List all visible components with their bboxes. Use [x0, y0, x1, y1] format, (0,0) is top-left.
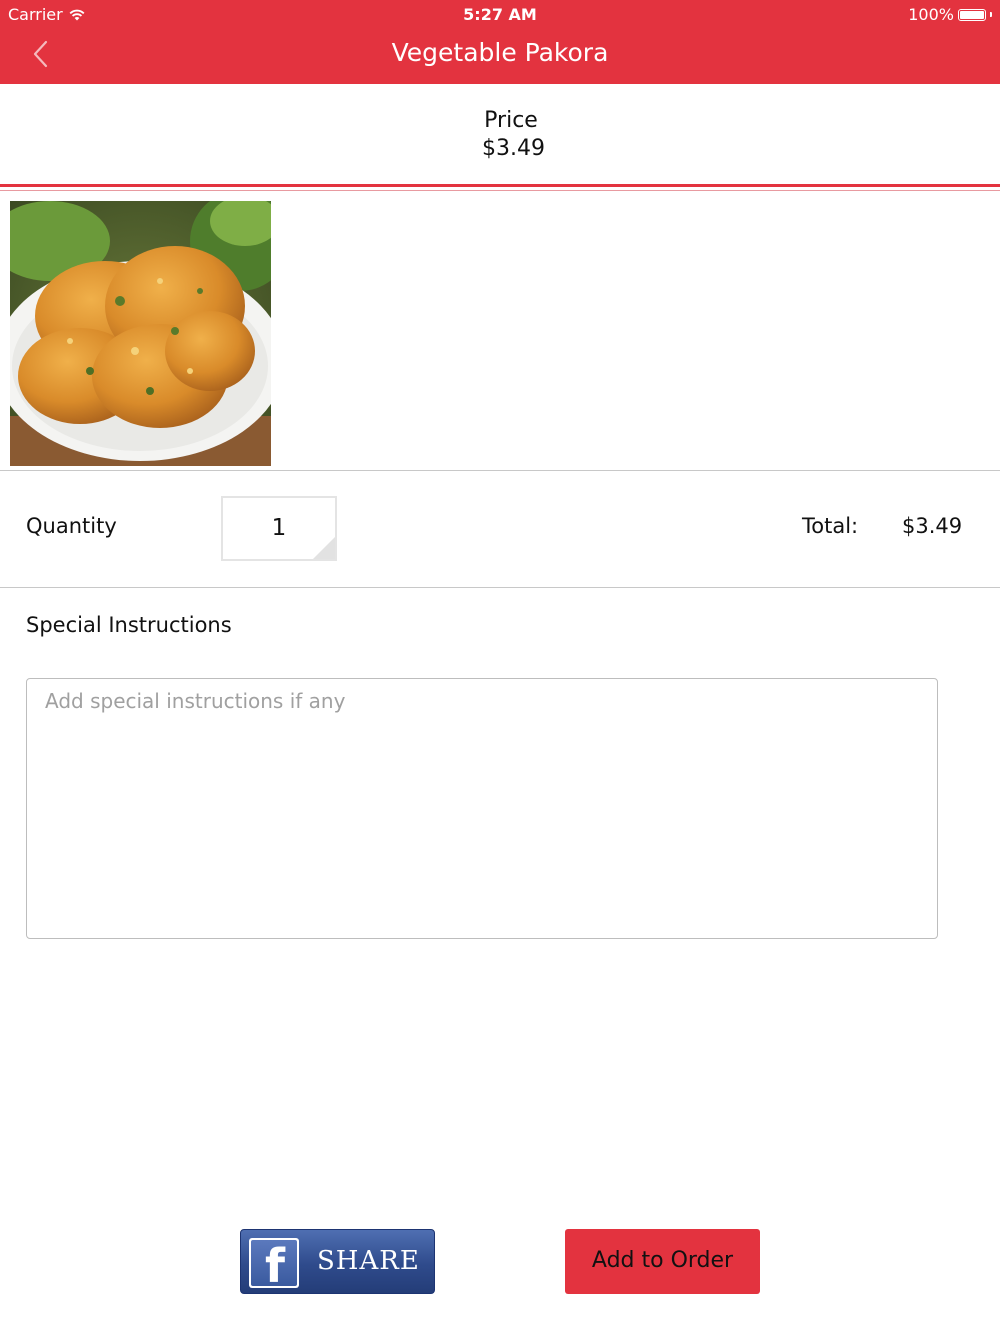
- share-label: SHARE: [317, 1246, 420, 1276]
- resize-corner-icon: [313, 537, 335, 559]
- quantity-input[interactable]: 1: [221, 496, 337, 561]
- facebook-icon: f: [249, 1238, 299, 1288]
- battery-icon: [958, 8, 986, 21]
- pakora-illustration: [10, 201, 271, 466]
- item-detail-page: Carrier 5:27 AM 100% Vegetable Pakora Pr…: [0, 0, 1000, 1334]
- special-instructions-label: Special Instructions: [26, 613, 232, 637]
- price-divider: [0, 184, 1000, 187]
- total-label: Total:: [802, 514, 859, 538]
- price-value: $3.49: [482, 136, 545, 161]
- total-value: $3.49: [902, 514, 963, 538]
- battery-percent: 100%: [908, 5, 954, 24]
- price-label: Price: [484, 108, 538, 133]
- image-divider: [0, 470, 1000, 471]
- quantity-divider: [0, 587, 1000, 588]
- quantity-value: 1: [271, 515, 287, 541]
- food-image: [10, 201, 271, 466]
- status-time: 5:27 AM: [463, 5, 537, 24]
- special-instructions-input[interactable]: [26, 678, 938, 939]
- price-divider-thin: [0, 190, 1000, 191]
- facebook-share-button[interactable]: f SHARE: [240, 1229, 435, 1294]
- price-section: Price $3.49: [0, 84, 1000, 184]
- status-battery: 100%: [908, 5, 992, 24]
- quantity-label: Quantity: [26, 514, 117, 538]
- nav-header: Carrier 5:27 AM 100% Vegetable Pakora: [0, 0, 1000, 84]
- add-to-order-button[interactable]: Add to Order: [565, 1229, 760, 1294]
- page-title: Vegetable Pakora: [391, 38, 609, 67]
